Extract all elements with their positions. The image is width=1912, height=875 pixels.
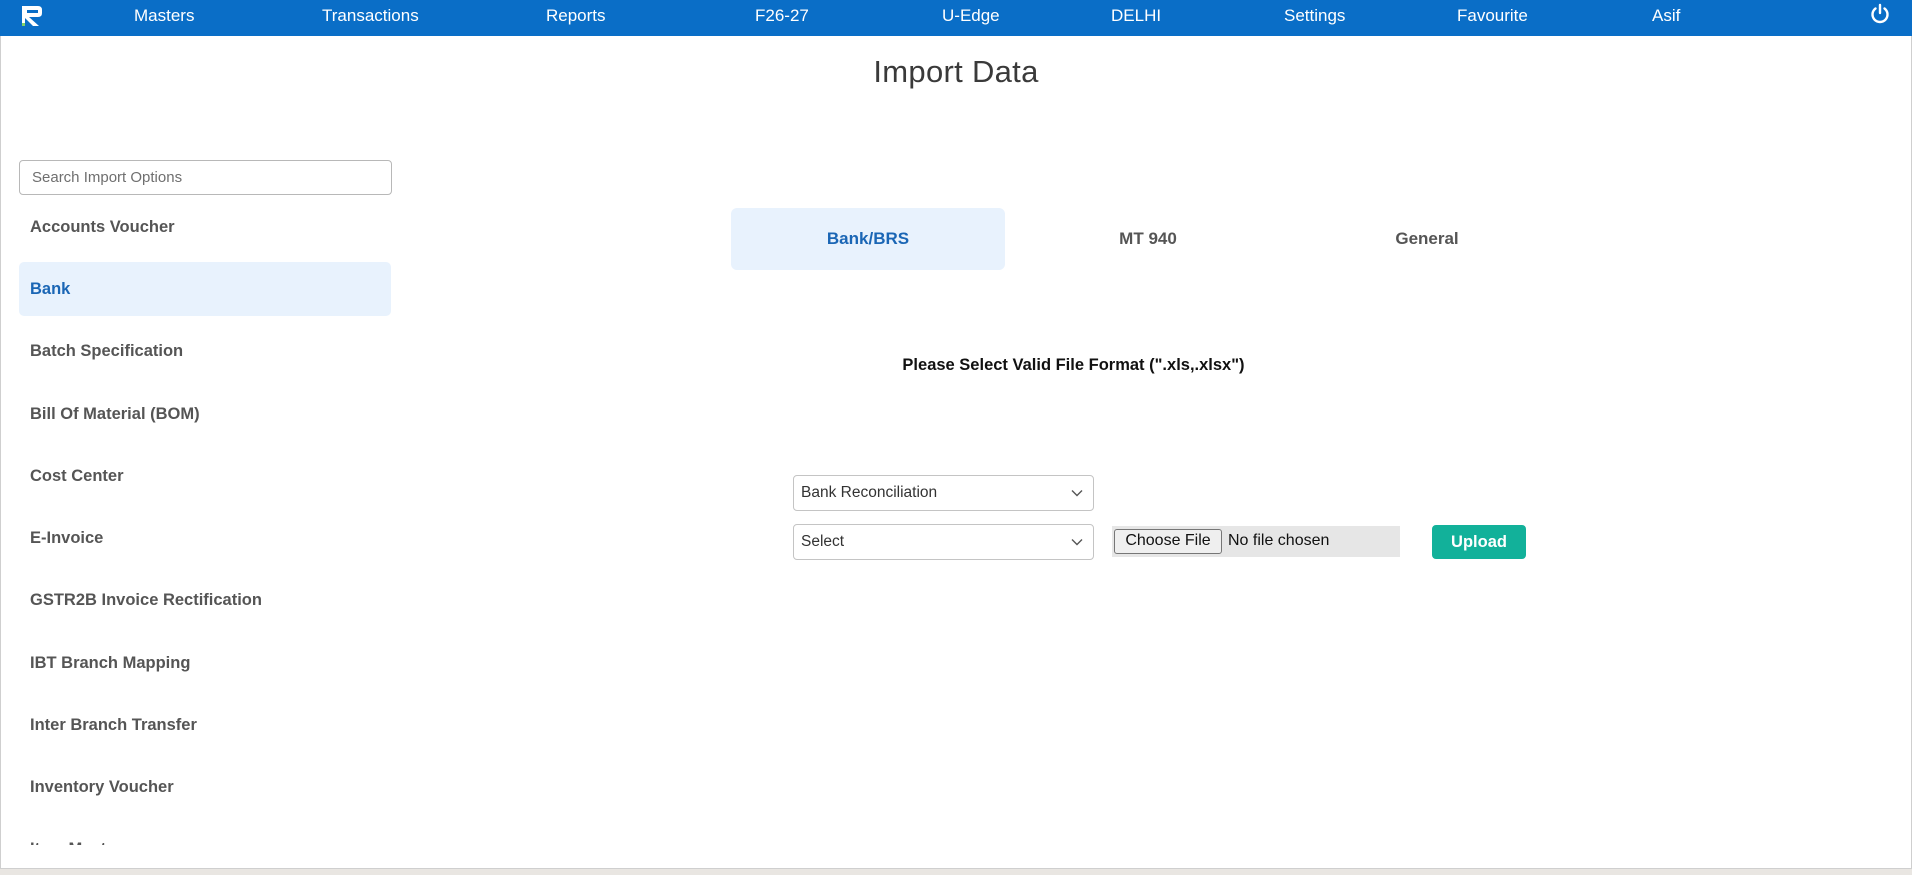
sidebar-item-ibt-branch-mapping[interactable]: IBT Branch Mapping xyxy=(19,636,391,690)
import-options-list: Accounts Voucher Bank Batch Specificatio… xyxy=(19,200,391,845)
import-type-select-value: Bank Reconciliation xyxy=(801,484,938,501)
bank-select-value: Select xyxy=(801,533,845,550)
sidebar-item-gstr2b-invoice-rectification[interactable]: GSTR2B Invoice Rectification xyxy=(19,573,391,627)
bank-select[interactable]: Select xyxy=(793,524,1094,560)
sidebar-item-inventory-voucher[interactable]: Inventory Voucher xyxy=(19,760,391,814)
nav-reports[interactable]: Reports xyxy=(546,0,606,32)
tab-mt-940[interactable]: MT 940 xyxy=(1011,208,1285,270)
chevron-down-icon xyxy=(1071,539,1083,546)
top-nav-bar: Masters Transactions Reports F26-27 U-Ed… xyxy=(0,0,1912,36)
upload-button[interactable]: Upload xyxy=(1432,525,1526,559)
tab-general[interactable]: General xyxy=(1290,208,1564,270)
nav-u-edge[interactable]: U-Edge xyxy=(942,0,1000,32)
nav-user[interactable]: Asif xyxy=(1652,0,1680,32)
sidebar-item-cost-center[interactable]: Cost Center xyxy=(19,449,391,503)
power-icon[interactable] xyxy=(1869,3,1891,25)
nav-branch[interactable]: DELHI xyxy=(1111,0,1161,32)
file-format-notice: Please Select Valid File Format (".xls,.… xyxy=(902,356,1245,374)
page-title: Import Data xyxy=(873,54,1039,89)
search-import-options-input[interactable] xyxy=(19,160,392,195)
nav-masters[interactable]: Masters xyxy=(134,0,194,32)
sidebar-item-e-invoice[interactable]: E-Invoice xyxy=(19,511,391,565)
nav-transactions[interactable]: Transactions xyxy=(322,0,419,32)
no-file-chosen-text: No file chosen xyxy=(1228,532,1330,549)
choose-file-button[interactable]: Choose File xyxy=(1114,529,1222,554)
sidebar-item-item-master[interactable]: Item Master xyxy=(19,822,391,845)
file-input: Choose File No file chosen xyxy=(1112,526,1400,557)
sidebar-item-accounts-voucher[interactable]: Accounts Voucher xyxy=(19,200,391,254)
nav-favourite[interactable]: Favourite xyxy=(1457,0,1528,32)
chevron-down-icon xyxy=(1071,490,1083,497)
sidebar-item-bank[interactable]: Bank xyxy=(19,262,391,316)
sidebar-item-inter-branch-transfer[interactable]: Inter Branch Transfer xyxy=(19,698,391,752)
app-logo-icon[interactable] xyxy=(20,4,44,28)
nav-settings[interactable]: Settings xyxy=(1284,0,1345,32)
tab-bank-brs[interactable]: Bank/BRS xyxy=(731,208,1005,270)
sidebar-item-bill-of-material[interactable]: Bill Of Material (BOM) xyxy=(19,387,391,441)
import-type-select[interactable]: Bank Reconciliation xyxy=(793,475,1094,511)
nav-fiscal-year[interactable]: F26-27 xyxy=(755,0,809,32)
